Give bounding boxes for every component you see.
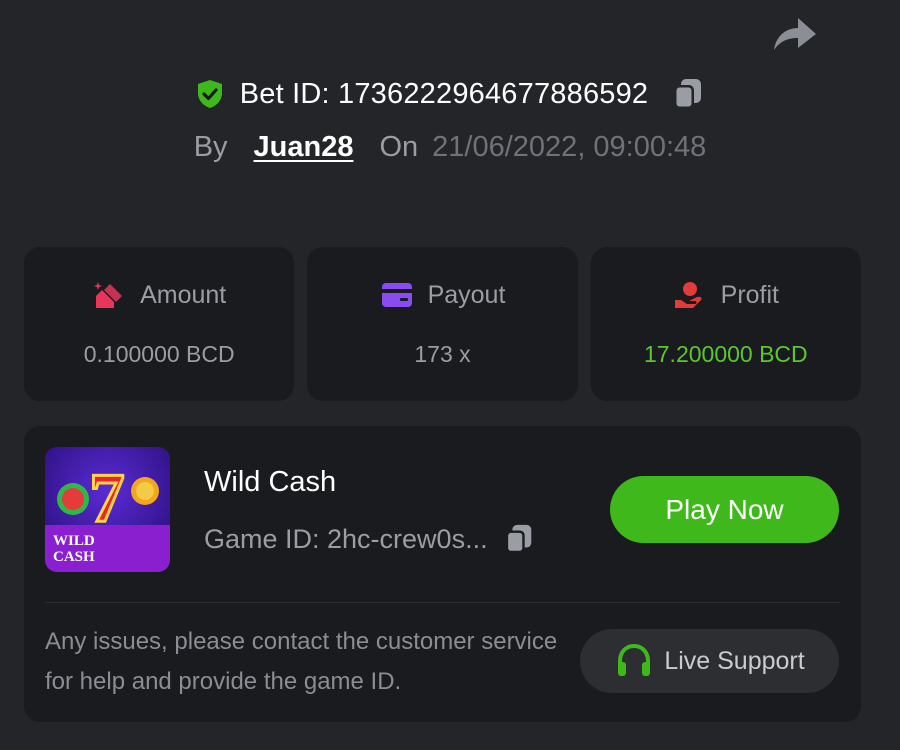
game-card: 7 WILD CASH Wild Cash Game ID: 2hc-crew0… [24,426,861,722]
live-support-button[interactable]: Live Support [580,629,839,693]
hand-coin-icon [674,282,702,308]
copy-icon[interactable] [670,76,706,112]
bet-stats: Amount 0.100000 BCD Payout 173 x Profit … [24,247,861,401]
payout-card: Payout 173 x [307,247,578,401]
share-icon[interactable] [770,14,818,54]
bet-id: Bet ID: 1736222964677886592 [239,77,649,110]
stat-label: Profit [720,280,779,309]
divider [45,602,840,603]
game-id: Game ID: 2hc-crew0s... [204,523,488,554]
stat-label: Amount [140,280,227,309]
headset-icon [618,643,651,676]
bet-id-row: Bet ID: 1736222964677886592 [0,76,900,112]
amount-value: 0.100000 BCD [83,341,235,367]
verified-shield-icon [197,80,222,108]
profit-card: Profit 17.200000 BCD [590,247,861,401]
profit-value: 17.200000 BCD [643,341,808,367]
amount-card: Amount 0.100000 BCD [24,247,295,401]
payout-value: 173 x [414,341,471,367]
svg-text:CASH: CASH [53,549,95,565]
game-thumbnail[interactable]: 7 WILD CASH [45,447,170,572]
game-id-row: Game ID: 2hc-crew0s... [204,522,536,556]
bet-meta-row: By Juan28 On 21/06/2022, 09:00:48 [0,131,900,164]
copy-icon[interactable] [502,522,536,556]
bet-chips-icon [94,282,123,308]
stat-label: Payout [427,280,506,309]
game-title[interactable]: Wild Cash [204,466,336,499]
play-now-button[interactable]: Play Now [610,476,839,543]
by-label: By [193,131,228,163]
svg-text:7: 7 [90,460,125,537]
on-label: On [379,131,419,163]
username-link[interactable]: Juan28 [254,131,354,164]
card-icon [381,283,412,307]
bet-datetime: 21/06/2022, 09:00:48 [432,131,707,163]
live-support-label: Live Support [664,646,805,675]
thumbnail-text: WILD [53,533,95,549]
support-notice: Any issues, please contact the customer … [45,628,558,695]
